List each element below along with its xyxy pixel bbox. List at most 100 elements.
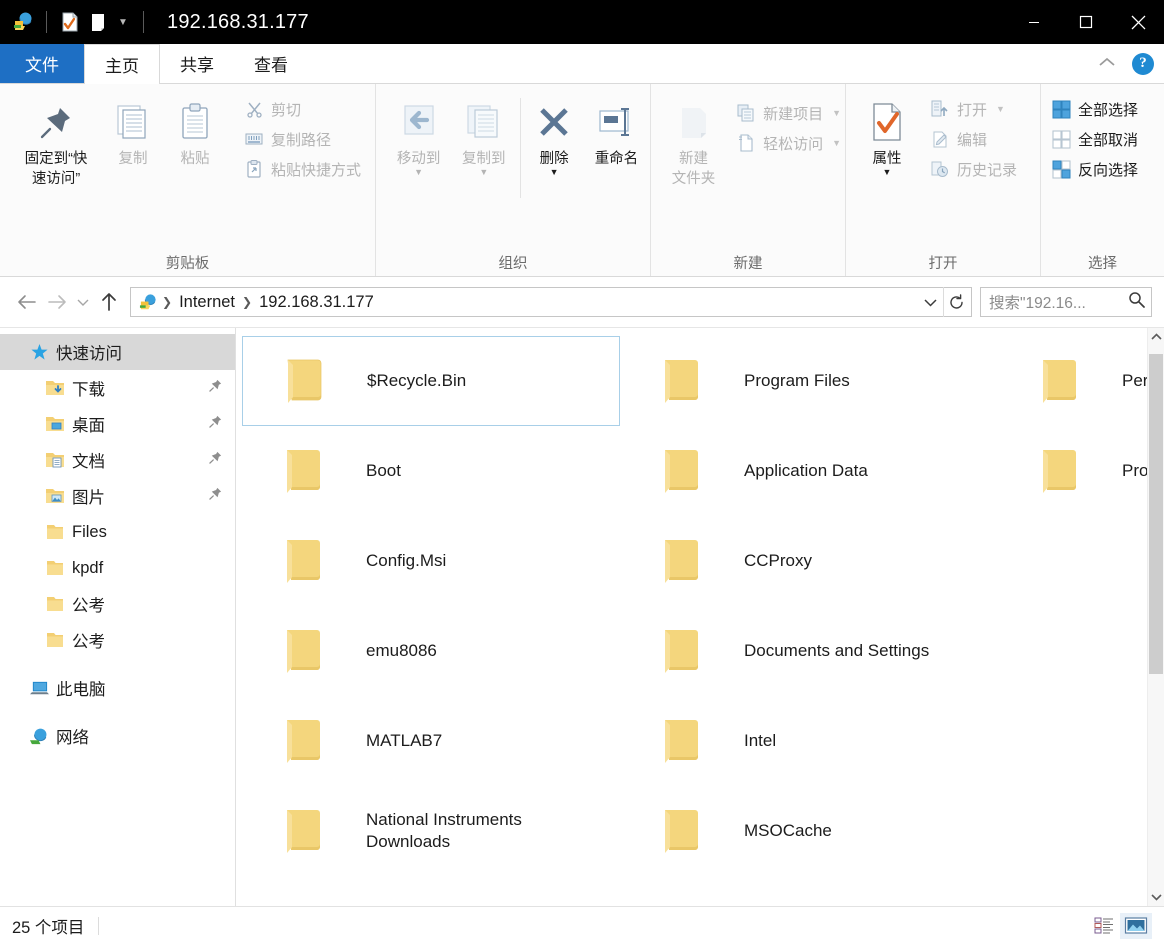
copy-to-caret-icon[interactable]: ▼ bbox=[479, 168, 488, 177]
easy-access-caret-icon[interactable]: ▼ bbox=[832, 138, 841, 148]
rename-button[interactable]: 重命名 bbox=[583, 92, 650, 168]
sidebar-item-kpdf[interactable]: kpdf bbox=[0, 550, 235, 586]
help-icon[interactable]: ? bbox=[1132, 52, 1154, 75]
search-input[interactable]: 搜索"192.16... bbox=[980, 287, 1152, 317]
history-button[interactable]: 历史记录 bbox=[926, 154, 1021, 184]
file-item-matlab7[interactable]: MATLAB7 bbox=[242, 696, 620, 786]
sidebar-item-gongkao-1[interactable]: 公考 bbox=[0, 586, 235, 622]
customize-chevron-icon[interactable]: ▼ bbox=[112, 8, 134, 36]
minimize-button[interactable] bbox=[1008, 0, 1060, 44]
new-item-button[interactable]: 新建项目 ▼ bbox=[732, 98, 845, 128]
paste-shortcut-button[interactable]: 粘贴快捷方式 bbox=[240, 154, 365, 184]
select-all-label: 全部选择 bbox=[1078, 101, 1139, 119]
pin-indicator-icon-2[interactable] bbox=[208, 414, 223, 434]
move-to-button[interactable]: 移动到 ▼ bbox=[386, 92, 451, 177]
file-item-application-data[interactable]: Application Data bbox=[620, 426, 998, 516]
file-item-config-msi[interactable]: Config.Msi bbox=[242, 516, 620, 606]
file-item-recycle-bin[interactable]: $Recycle.Bin bbox=[242, 336, 620, 426]
properties-button[interactable]: 属性 ▼ bbox=[856, 92, 918, 177]
breadcrumb[interactable]: ❯ Internet ❯ 192.168.31.177 bbox=[130, 287, 972, 317]
breadcrumb-item-host[interactable]: 192.168.31.177 bbox=[255, 293, 378, 312]
forward-button[interactable] bbox=[42, 287, 72, 317]
sidebar-item-network[interactable]: 网络 bbox=[0, 718, 235, 754]
select-none-icon bbox=[1051, 129, 1071, 149]
navigation-pane: 快速访问 下载 桌面 文档 图片 Files kpdf 公考 公考 此电脑 网络 bbox=[0, 328, 236, 906]
properties-caret-icon[interactable]: ▼ bbox=[883, 168, 892, 177]
move-to-label: 移动到 bbox=[396, 151, 441, 167]
scroll-down-arrow-icon[interactable] bbox=[1148, 888, 1164, 906]
open-label: 打开 bbox=[957, 101, 988, 119]
sidebar-item-desktop[interactable]: 桌面 bbox=[0, 406, 235, 442]
move-to-caret-icon[interactable]: ▼ bbox=[414, 168, 423, 177]
properties-icon[interactable] bbox=[56, 8, 84, 36]
file-item-emu8086[interactable]: emu8086 bbox=[242, 606, 620, 696]
back-button[interactable] bbox=[12, 287, 42, 317]
file-item-perflogs[interactable]: PerfLogs bbox=[998, 336, 1164, 426]
recent-locations-button[interactable] bbox=[72, 287, 94, 317]
delete-caret-icon[interactable]: ▼ bbox=[550, 168, 559, 177]
delete-button[interactable]: 删除 ▼ bbox=[525, 92, 583, 177]
file-list-pane[interactable]: $Recycle.Bin Boot Config.Msi emu8086 MAT… bbox=[236, 328, 1164, 906]
file-item-msocache[interactable]: MSOCache bbox=[620, 786, 998, 876]
copy-button[interactable]: 复制 bbox=[102, 92, 164, 168]
sidebar-item-gongkao-2[interactable]: 公考 bbox=[0, 622, 235, 658]
select-none-button[interactable]: 全部取消 bbox=[1047, 124, 1142, 154]
file-item-documents-and-settings[interactable]: Documents and Settings bbox=[620, 606, 998, 696]
open-caret-icon[interactable]: ▼ bbox=[996, 104, 1005, 114]
folder-icon bbox=[248, 446, 366, 496]
search-icon[interactable] bbox=[1128, 291, 1145, 313]
pin-icon bbox=[36, 96, 76, 148]
paste-button[interactable]: 粘贴 bbox=[164, 92, 226, 168]
edit-button[interactable]: 编辑 bbox=[926, 124, 1021, 154]
tab-home[interactable]: 主页 bbox=[84, 44, 160, 84]
large-icons-view-button[interactable] bbox=[1120, 912, 1152, 939]
pin-to-quick-access-button[interactable]: 固定到“快 速访问” bbox=[10, 92, 102, 188]
file-item-program-files[interactable]: Program Files bbox=[620, 336, 998, 426]
collapse-ribbon-icon[interactable] bbox=[1092, 55, 1122, 72]
file-item-national-instruments[interactable]: National Instruments Downloads bbox=[242, 786, 620, 876]
close-button[interactable] bbox=[1112, 0, 1164, 44]
file-item-boot[interactable]: Boot bbox=[242, 426, 620, 516]
tab-view[interactable]: 查看 bbox=[234, 44, 308, 83]
sidebar-item-files[interactable]: Files bbox=[0, 514, 235, 550]
file-item-intel[interactable]: Intel bbox=[620, 696, 998, 786]
group-label-clipboard: 剪贴板 bbox=[165, 255, 210, 272]
scroll-up-arrow-icon[interactable] bbox=[1148, 328, 1164, 346]
scrollbar-thumb[interactable] bbox=[1149, 354, 1163, 674]
sidebar-item-documents[interactable]: 文档 bbox=[0, 442, 235, 478]
file-item-ccproxy[interactable]: CCProxy bbox=[620, 516, 998, 606]
file-name-matlab7: MATLAB7 bbox=[366, 731, 443, 751]
copy-path-button[interactable]: 复制路径 bbox=[240, 124, 365, 154]
breadcrumb-item-internet[interactable]: Internet bbox=[175, 293, 239, 312]
sidebar-label-documents: 文档 bbox=[72, 453, 105, 471]
easy-access-button[interactable]: 轻松访问 ▼ bbox=[732, 128, 845, 158]
sidebar-item-quick-access[interactable]: 快速访问 bbox=[0, 334, 235, 370]
breadcrumb-separator-0[interactable]: ❯ bbox=[159, 295, 175, 309]
new-folder-button[interactable]: 新建 文件夹 bbox=[663, 92, 724, 188]
sidebar-item-downloads[interactable]: 下载 bbox=[0, 370, 235, 406]
refresh-icon[interactable] bbox=[943, 287, 969, 317]
tab-share[interactable]: 共享 bbox=[160, 44, 234, 83]
pin-indicator-icon-4[interactable] bbox=[208, 486, 223, 506]
sidebar-item-this-pc[interactable]: 此电脑 bbox=[0, 670, 235, 706]
pin-indicator-icon[interactable] bbox=[208, 378, 223, 398]
file-item-program-files-x86[interactable]: Program Files (x86) bbox=[998, 426, 1164, 516]
open-button[interactable]: 打开 ▼ bbox=[926, 94, 1021, 124]
new-folder-icon[interactable] bbox=[84, 8, 112, 36]
easy-access-label: 轻松访问 bbox=[763, 135, 824, 153]
invert-selection-button[interactable]: 反向选择 bbox=[1047, 154, 1142, 184]
details-view-button[interactable] bbox=[1088, 913, 1120, 939]
copy-to-button[interactable]: 复制到 ▼ bbox=[451, 92, 516, 177]
tab-file[interactable]: 文件 bbox=[0, 44, 84, 83]
maximize-button[interactable] bbox=[1060, 0, 1112, 44]
vertical-scrollbar[interactable] bbox=[1147, 328, 1164, 906]
select-all-button[interactable]: 全部选择 bbox=[1047, 94, 1142, 124]
ftp-site-icon[interactable] bbox=[9, 8, 37, 36]
breadcrumb-separator-1[interactable]: ❯ bbox=[239, 295, 255, 309]
up-button[interactable] bbox=[94, 287, 124, 317]
new-item-caret-icon[interactable]: ▼ bbox=[832, 108, 841, 118]
cut-button[interactable]: 剪切 bbox=[240, 94, 365, 124]
pin-indicator-icon-3[interactable] bbox=[208, 450, 223, 470]
chevron-down-icon[interactable] bbox=[917, 288, 943, 316]
sidebar-item-pictures[interactable]: 图片 bbox=[0, 478, 235, 514]
